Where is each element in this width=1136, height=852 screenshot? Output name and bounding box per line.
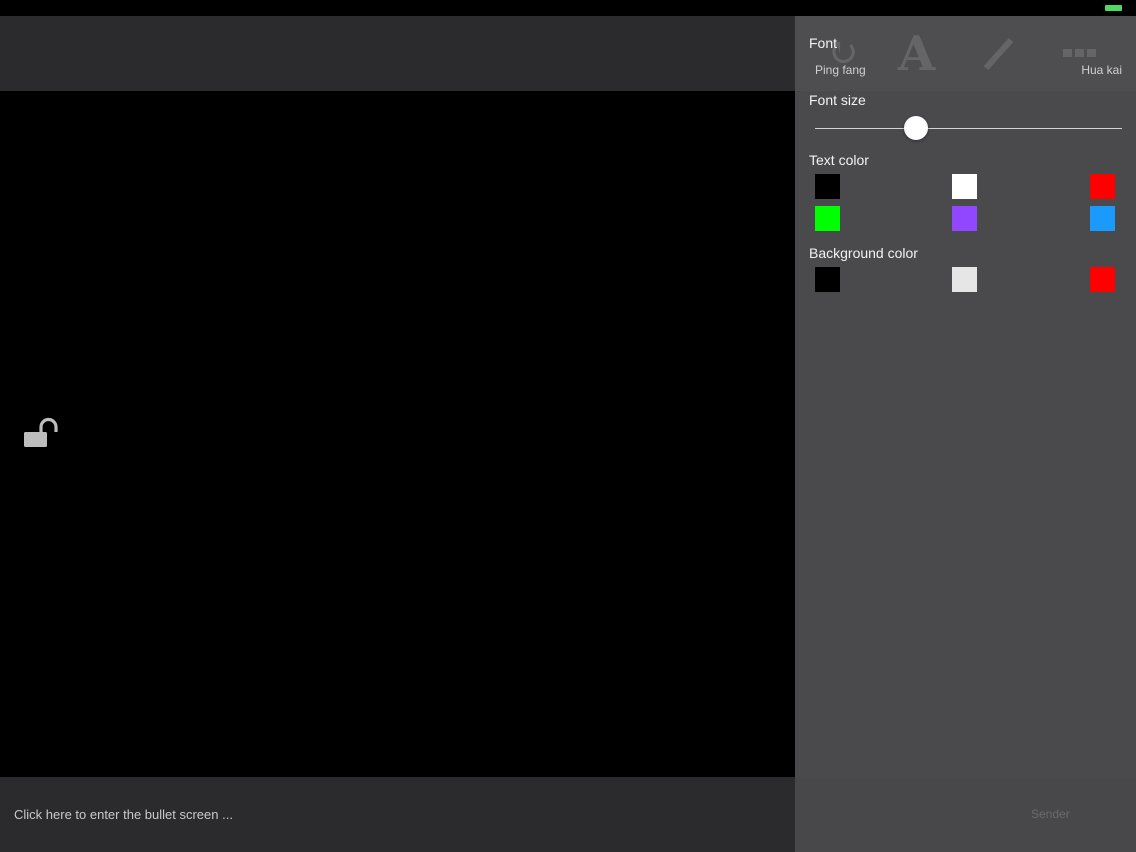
- font-label: Font: [809, 35, 838, 51]
- font-option-hua-kai[interactable]: Hua kai: [1081, 63, 1122, 77]
- send-button: Sender: [1031, 807, 1070, 821]
- background-color-label: Background color: [809, 245, 918, 261]
- background-color-swatch-red[interactable]: [1090, 267, 1115, 292]
- text-color-swatch-blue[interactable]: [1090, 206, 1115, 231]
- top-toolbar: [0, 16, 795, 91]
- battery-icon: [1105, 5, 1122, 11]
- text-color-swatch-green[interactable]: [815, 206, 840, 231]
- text-color-swatch-purple[interactable]: [952, 206, 977, 231]
- text-color-swatch-white[interactable]: [952, 174, 977, 199]
- status-bar: [0, 0, 1136, 16]
- text-color-swatch-red[interactable]: [1090, 174, 1115, 199]
- more-icon: [1063, 44, 1099, 63]
- magic-wand-icon: [981, 32, 1017, 76]
- panel-header-background: ↻ A: [795, 16, 1136, 91]
- background-color-swatch-light-gray[interactable]: [952, 267, 977, 292]
- text-style-icon: A: [898, 26, 936, 82]
- font-size-slider-track[interactable]: [815, 128, 1122, 129]
- font-option-ping-fang[interactable]: Ping fang: [815, 63, 866, 77]
- bottom-input-bar: Click here to enter the bullet screen ..…: [0, 777, 795, 852]
- text-color-swatch-black[interactable]: [815, 174, 840, 199]
- background-color-swatch-black[interactable]: [815, 267, 840, 292]
- font-size-slider-thumb[interactable]: [904, 116, 929, 140]
- settings-panel: ↻ A Font Ping fang Hua kai Font size Tex…: [795, 16, 1136, 852]
- panel-footer-background: Sender: [795, 777, 1136, 852]
- bullet-screen-input[interactable]: Click here to enter the bullet screen ..…: [14, 805, 714, 825]
- bullet-screen-stage: [0, 91, 795, 777]
- text-color-label: Text color: [809, 152, 869, 168]
- font-size-label: Font size: [809, 92, 866, 108]
- unlocked-padlock-icon[interactable]: [22, 414, 62, 452]
